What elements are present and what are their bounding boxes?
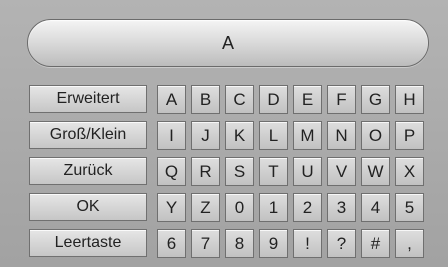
char-key-label: Y — [165, 197, 178, 217]
char-key[interactable]: , — [395, 229, 424, 258]
char-key[interactable]: W — [361, 157, 390, 186]
char-key-label: L — [268, 125, 279, 145]
char-key-label: 8 — [234, 233, 245, 253]
char-key[interactable]: X — [395, 157, 424, 186]
char-key[interactable]: L — [259, 121, 288, 150]
char-key-label: A — [165, 89, 178, 109]
char-key[interactable]: 5 — [395, 193, 424, 222]
char-key[interactable]: Y — [157, 193, 186, 222]
char-key[interactable]: D — [259, 85, 288, 114]
char-key-label: N — [335, 125, 348, 145]
char-key-label: G — [368, 89, 383, 109]
char-key-label: D — [267, 89, 280, 109]
char-key[interactable]: K — [225, 121, 254, 150]
char-key[interactable]: M — [293, 121, 322, 150]
leertaste-button[interactable]: Leertaste — [29, 229, 147, 257]
char-key-label: J — [201, 125, 210, 145]
char-key[interactable]: 9 — [259, 229, 288, 258]
char-key[interactable]: 7 — [191, 229, 220, 258]
char-key[interactable]: F — [327, 85, 356, 114]
char-key-label: V — [335, 161, 348, 181]
char-key[interactable]: J — [191, 121, 220, 150]
char-key-label: ! — [305, 233, 310, 253]
char-key-label: 6 — [166, 233, 177, 253]
char-key[interactable]: P — [395, 121, 424, 150]
char-key[interactable]: 2 — [293, 193, 322, 222]
gross-klein-button[interactable]: Groß/Klein — [29, 121, 147, 149]
char-key-label: 9 — [268, 233, 279, 253]
text-display: A — [27, 19, 429, 67]
char-key[interactable]: 8 — [225, 229, 254, 258]
char-key[interactable]: V — [327, 157, 356, 186]
leertaste-label: Leertaste — [54, 234, 122, 251]
char-key[interactable]: # — [361, 229, 390, 258]
char-key[interactable]: S — [225, 157, 254, 186]
char-key-label: 4 — [370, 197, 381, 217]
char-key-label: C — [233, 89, 246, 109]
char-key[interactable]: Q — [157, 157, 186, 186]
char-key[interactable]: A — [157, 85, 186, 114]
char-key[interactable]: I — [157, 121, 186, 150]
char-key-label: Q — [164, 161, 179, 181]
char-key-label: 2 — [302, 197, 313, 217]
char-key-label: B — [199, 89, 212, 109]
ok-button[interactable]: OK — [29, 193, 147, 221]
char-key[interactable]: 1 — [259, 193, 288, 222]
char-key[interactable]: 3 — [327, 193, 356, 222]
char-key-label: M — [300, 125, 315, 145]
char-key-label: U — [301, 161, 314, 181]
zurueck-button[interactable]: Zurück — [29, 157, 147, 185]
character-key-grid: A B C D E F G H I J K L M N O P Q R S T U V W X Y Z 0 1 2 3 4 5 6 7 8 9!? #, — [157, 85, 431, 263]
char-key-label: # — [370, 233, 381, 253]
char-key-label: F — [336, 89, 347, 109]
char-key-label: X — [403, 161, 416, 181]
char-key[interactable]: E — [293, 85, 322, 114]
char-key-label: H — [403, 89, 416, 109]
char-key[interactable]: O — [361, 121, 390, 150]
char-key[interactable]: C — [225, 85, 254, 114]
char-key-label: 3 — [336, 197, 347, 217]
char-key-label: R — [199, 161, 212, 181]
char-key[interactable]: ! — [293, 229, 322, 258]
char-key-label: 0 — [234, 197, 245, 217]
gross-klein-label: Groß/Klein — [49, 126, 127, 143]
char-key-label: Z — [200, 197, 211, 217]
char-key[interactable]: H — [395, 85, 424, 114]
char-key-label: ? — [336, 233, 347, 253]
keyboard-screen: A Erweitert Groß/Klein Zurück OK Leertaste A… — [0, 0, 448, 267]
char-key[interactable]: T — [259, 157, 288, 186]
char-key-label: T — [268, 161, 279, 181]
char-key-label: 7 — [200, 233, 211, 253]
char-key[interactable]: U — [293, 157, 322, 186]
char-key[interactable]: 6 — [157, 229, 186, 258]
char-key-label: 5 — [404, 197, 415, 217]
char-key-label: S — [233, 161, 246, 181]
char-key[interactable]: G — [361, 85, 390, 114]
erweitert-button[interactable]: Erweitert — [29, 85, 147, 113]
zurueck-label: Zurück — [63, 162, 113, 179]
char-key[interactable]: R — [191, 157, 220, 186]
display-value: A — [221, 32, 234, 53]
char-key[interactable]: 0 — [225, 193, 254, 222]
char-key-label: , — [407, 233, 412, 253]
char-key-label: 1 — [268, 197, 279, 217]
char-key-label: I — [169, 125, 174, 145]
char-key[interactable]: Z — [191, 193, 220, 222]
ok-label: OK — [76, 198, 100, 215]
char-key-label: E — [301, 89, 314, 109]
char-key[interactable]: B — [191, 85, 220, 114]
char-key-label: P — [403, 125, 416, 145]
char-key-label: W — [367, 161, 384, 181]
char-key[interactable]: 4 — [361, 193, 390, 222]
char-key[interactable]: N — [327, 121, 356, 150]
char-key-label: O — [368, 125, 383, 145]
erweitert-label: Erweitert — [56, 90, 120, 107]
char-key[interactable]: ? — [327, 229, 356, 258]
char-key-label: K — [233, 125, 246, 145]
